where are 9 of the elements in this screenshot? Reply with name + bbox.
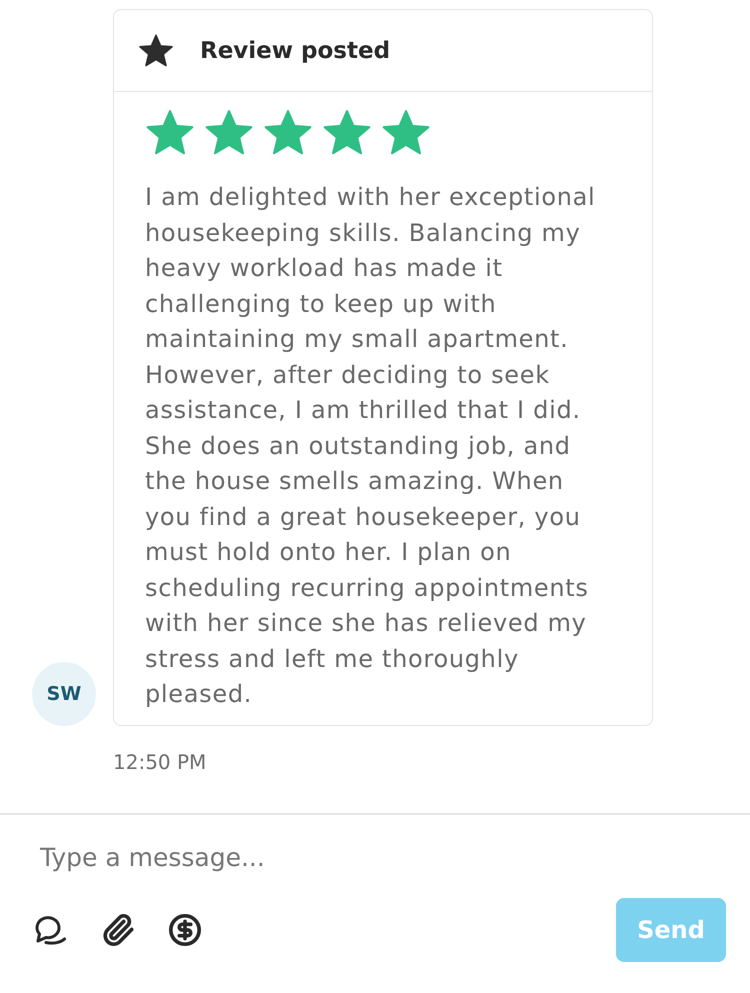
dollar-circle-icon[interactable] (168, 913, 202, 947)
card-title: Review posted (200, 38, 390, 64)
chat-bubbles-icon[interactable] (34, 913, 68, 947)
star-icon (138, 32, 174, 68)
review-text: I am delighted with her exceptional housekeeping skills. Balancing my heavy workload has made it challenging to keep up with maintaining my small apartment. However, after deciding to seek assistance, I am thrilled that I did. She does an outstanding job, and the house smells amazing. When you find a great housekeeper, you must hold onto her. I plan on scheduling recurring appointments with her since she has relieved my stress and left me thoroughly pleased. (145, 182, 596, 710)
message-timestamp: 12:50 PM (113, 750, 206, 774)
message-input[interactable]: Type a message... (34, 839, 606, 876)
paperclip-icon[interactable] (101, 913, 135, 947)
user-avatar: SW (32, 662, 96, 726)
